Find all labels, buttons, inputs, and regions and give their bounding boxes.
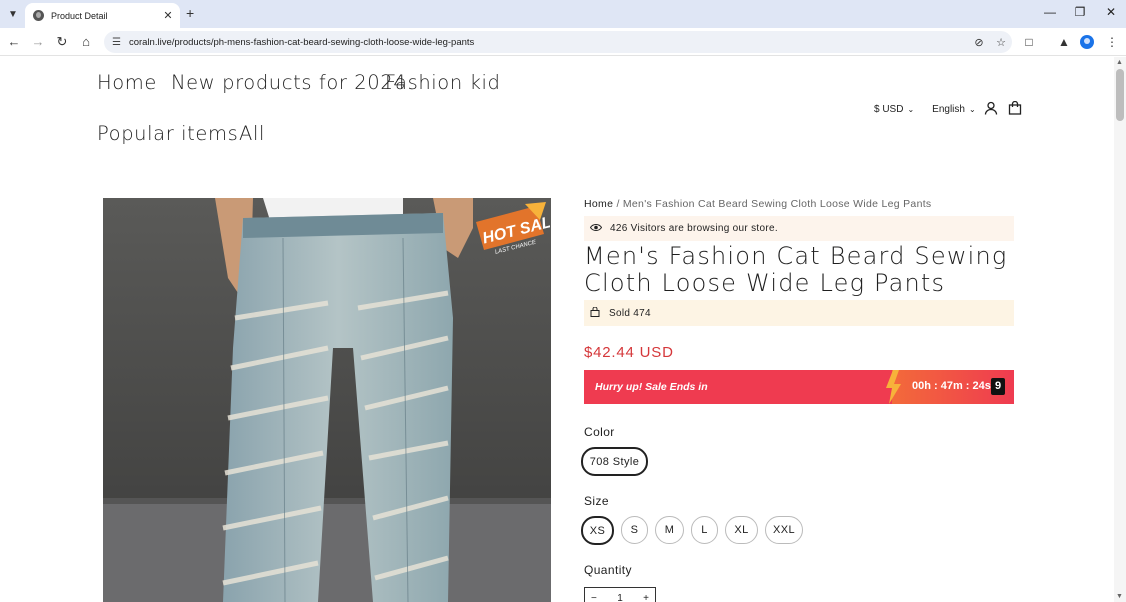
back-icon[interactable]: ← <box>5 33 23 51</box>
globe-icon <box>33 10 44 21</box>
sale-text: Hurry up! Sale Ends in <box>595 381 708 393</box>
breadcrumb-separator: / <box>616 198 620 210</box>
nav-popular-items[interactable]: Popular items <box>97 122 238 145</box>
nav-fashion-kid[interactable]: Fashion kid <box>385 71 501 94</box>
url-text[interactable]: coraln.live/products/ph-mens-fashion-cat… <box>129 37 968 48</box>
site-info-icon[interactable]: ☰ <box>112 37 121 48</box>
address-bar[interactable]: ☰ coraln.live/products/ph-mens-fashion-c… <box>104 31 1012 53</box>
visitors-text: 426 Visitors are browsing our store. <box>610 223 778 234</box>
window-close-icon[interactable]: ✕ <box>1101 5 1121 19</box>
size-option-s[interactable]: S <box>621 516 648 544</box>
lightning-bolt-icon <box>886 370 901 404</box>
tab-close-icon[interactable]: ✕ <box>160 9 176 22</box>
visitors-banner: 426 Visitors are browsing our store. <box>584 216 1014 241</box>
breadcrumb-current: Men's Fashion Cat Beard Sewing Cloth Loo… <box>622 198 932 210</box>
web-page: Home New products for 2024 Fashion kid P… <box>0 57 1114 602</box>
header-utilities: $ USD ⌄ English ⌄ <box>874 100 1032 118</box>
size-option-m[interactable]: M <box>655 516 684 544</box>
size-option-xl[interactable]: XL <box>725 516 758 544</box>
eye-off-icon[interactable]: ⊘ <box>968 36 990 49</box>
cart-icon[interactable] <box>1008 100 1022 118</box>
color-option-708-style[interactable]: 708 Style <box>581 447 648 476</box>
forward-icon[interactable]: → <box>29 33 47 51</box>
size-option-l[interactable]: L <box>691 516 718 544</box>
size-option-xs[interactable]: XS <box>581 516 614 545</box>
product-details: Home / Men's Fashion Cat Beard Sewing Cl… <box>584 198 1014 404</box>
new-tab-icon[interactable]: + <box>186 5 194 21</box>
labs-icon[interactable]: ▲ <box>1055 33 1073 51</box>
extensions-icon[interactable]: □ <box>1020 33 1038 51</box>
countdown-seconds-digit: 9 <box>991 378 1005 395</box>
nav-home[interactable]: Home <box>97 71 157 94</box>
browser-toolbar: ← → ↻ ⌂ ☰ coraln.live/products/ph-mens-f… <box>0 28 1126 56</box>
currency-selector[interactable]: $ USD ⌄ <box>874 104 914 115</box>
size-label: Size <box>584 494 609 508</box>
page-scrollbar[interactable]: ▲ ▼ <box>1114 57 1126 602</box>
chevron-down-icon: ⌄ <box>968 104 976 114</box>
eye-icon <box>589 223 603 235</box>
quantity-minus-button[interactable]: − <box>591 593 597 602</box>
browser-tab[interactable]: Product Detail ✕ <box>25 3 180 28</box>
scroll-down-arrow-icon[interactable]: ▼ <box>1116 593 1123 600</box>
sale-countdown-bar: Hurry up! Sale Ends in 00h : 47m : 24s 9 <box>584 370 1014 404</box>
tab-title: Product Detail <box>51 10 108 21</box>
browser-tab-bar: ▼ Product Detail ✕ + — ❐ ✕ <box>0 0 1126 28</box>
product-price: $42.44 USD <box>584 344 674 361</box>
sold-text: Sold 474 <box>609 307 651 319</box>
nav-new-products[interactable]: New products for 2024 <box>171 71 406 94</box>
product-title: Men's Fashion Cat Beard Sewing Cloth Loo… <box>584 242 1008 297</box>
bookmark-star-icon[interactable]: ☆ <box>990 36 1012 49</box>
language-label: English <box>932 103 965 115</box>
restore-icon[interactable]: ❐ <box>1070 5 1090 19</box>
profile-avatar-icon[interactable] <box>1080 35 1094 49</box>
quantity-label: Quantity <box>584 563 632 577</box>
currency-label: $ USD <box>874 103 904 115</box>
account-icon[interactable] <box>984 101 998 118</box>
size-option-xxl[interactable]: XXL <box>765 516 803 544</box>
breadcrumb: Home / Men's Fashion Cat Beard Sewing Cl… <box>584 198 1014 210</box>
menu-kebab-icon[interactable]: ⋮ <box>1103 33 1121 51</box>
reload-icon[interactable]: ↻ <box>53 33 71 51</box>
quantity-input[interactable]: 1 <box>617 593 623 602</box>
minimize-icon[interactable]: — <box>1040 5 1060 19</box>
scroll-up-arrow-icon[interactable]: ▲ <box>1116 59 1123 66</box>
breadcrumb-home[interactable]: Home <box>584 198 613 210</box>
nav-all[interactable]: All <box>239 122 265 145</box>
sold-banner: Sold 474 <box>584 300 1014 326</box>
hot-sale-badge: HOT SALE LAST CHANCE <box>470 202 565 262</box>
color-label: Color <box>584 425 615 439</box>
tab-search-chevron-icon[interactable]: ▼ <box>4 5 22 23</box>
home-icon[interactable]: ⌂ <box>77 33 95 51</box>
scroll-thumb[interactable] <box>1116 69 1124 121</box>
shopping-bag-icon <box>590 306 600 320</box>
countdown-timer: 00h : 47m : 24s <box>912 380 991 392</box>
language-selector[interactable]: English ⌄ <box>932 104 976 115</box>
quantity-stepper: − 1 + <box>584 587 656 602</box>
quantity-plus-button[interactable]: + <box>643 593 649 602</box>
chevron-down-icon: ⌄ <box>907 104 915 114</box>
